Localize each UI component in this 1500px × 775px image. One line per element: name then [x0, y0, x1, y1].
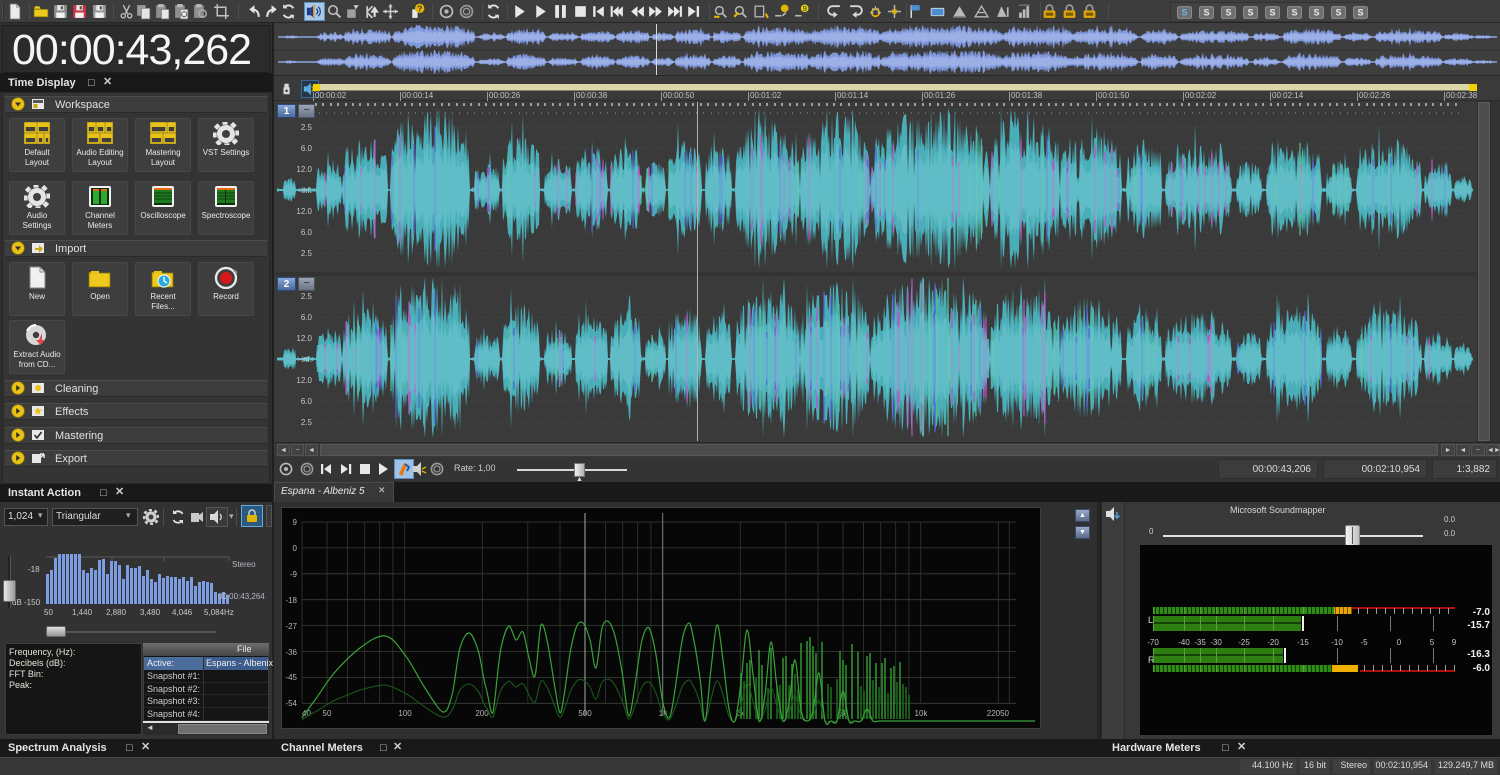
svg-text:200: 200	[475, 709, 489, 718]
svg-text:-35: -35	[1194, 638, 1206, 647]
svg-text:500: 500	[578, 709, 592, 718]
svg-text:-27: -27	[285, 622, 297, 631]
svg-text:5: 5	[1430, 638, 1435, 647]
svg-text:-15.7: -15.7	[1467, 620, 1490, 631]
svg-text:-25: -25	[1238, 638, 1250, 647]
svg-text:6.0: 6.0	[301, 228, 313, 237]
svg-text:2.5: 2.5	[301, 292, 313, 301]
svg-text:-inf.: -inf.	[299, 186, 312, 195]
svg-text:-5: -5	[1360, 638, 1368, 647]
svg-text:12.0: 12.0	[296, 165, 312, 174]
svg-text:-16.3: -16.3	[1467, 649, 1490, 660]
svg-text:0: 0	[293, 544, 298, 553]
svg-text:10k: 10k	[915, 709, 929, 718]
svg-text:-9: -9	[290, 570, 298, 579]
svg-text:50: 50	[323, 709, 332, 718]
svg-text:0: 0	[1397, 638, 1402, 647]
svg-text:-10: -10	[1331, 638, 1343, 647]
svg-text:12.0: 12.0	[296, 207, 312, 216]
svg-text:-20: -20	[1267, 638, 1279, 647]
svg-text:-6.0: -6.0	[1473, 663, 1491, 674]
svg-text:6.0: 6.0	[301, 313, 313, 322]
svg-text:-7.0: -7.0	[1473, 607, 1491, 618]
svg-text:-15: -15	[1297, 638, 1309, 647]
svg-text:-36: -36	[285, 648, 297, 657]
svg-text:9: 9	[293, 518, 298, 527]
svg-text:L: L	[1148, 615, 1153, 625]
svg-text:12.0: 12.0	[296, 376, 312, 385]
svg-text:-54: -54	[285, 699, 297, 708]
svg-text:9: 9	[1452, 638, 1457, 647]
svg-text:-inf.: -inf.	[299, 355, 312, 364]
svg-text:6.0: 6.0	[301, 144, 313, 153]
svg-text:2.5: 2.5	[301, 249, 313, 258]
svg-text:12.0: 12.0	[296, 334, 312, 343]
svg-text:2.5: 2.5	[301, 123, 313, 132]
svg-text:2.5: 2.5	[301, 418, 313, 427]
svg-text:100: 100	[398, 709, 412, 718]
svg-text:-40: -40	[1178, 638, 1190, 647]
svg-text:-30: -30	[1210, 638, 1222, 647]
svg-text:-45: -45	[285, 673, 297, 682]
svg-text:-70: -70	[1147, 638, 1159, 647]
svg-text:22050: 22050	[987, 709, 1010, 718]
svg-text:-18: -18	[285, 596, 297, 605]
svg-text:6.0: 6.0	[301, 397, 313, 406]
